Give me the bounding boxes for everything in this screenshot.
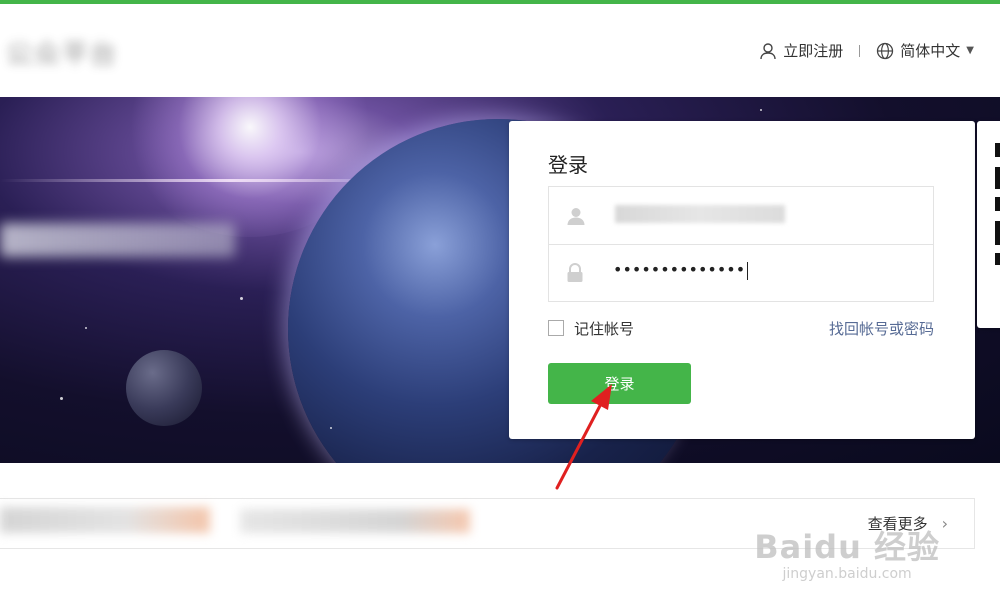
login-title: 登录 <box>548 153 588 177</box>
header-actions: 立即注册 简体中文 ▼ <box>759 40 974 61</box>
view-more-label: 查看更多 <box>867 515 928 533</box>
view-more-link[interactable]: 查看更多 › <box>868 513 948 534</box>
remember-account-toggle[interactable]: 记住帐号 <box>548 318 634 339</box>
forgot-account-link[interactable]: 找回帐号或密码 <box>829 318 934 339</box>
qr-code-icon <box>995 221 1000 245</box>
login-card: 登录 •••••••••••••• 记住帐号 找回帐号或密码 登录 <box>509 121 975 439</box>
language-label: 简体中文 <box>900 42 961 60</box>
qr-code-icon <box>995 197 1000 211</box>
register-link[interactable]: 立即注册 <box>759 40 843 61</box>
qr-code-icon <box>995 253 1000 265</box>
watermark-url: jingyan.baidu.com <box>782 566 912 582</box>
globe-icon <box>877 42 894 59</box>
remember-label: 记住帐号 <box>574 319 635 338</box>
user-icon <box>567 207 585 225</box>
planet-small <box>126 350 202 426</box>
header: 公众平台 立即注册 简体中文 ▼ <box>0 4 1000 97</box>
star <box>330 427 332 429</box>
login-input-group: •••••••••••••• <box>548 186 934 302</box>
user-icon <box>760 42 776 59</box>
star <box>85 327 87 329</box>
remember-row: 记住帐号 找回帐号或密码 <box>548 318 934 338</box>
password-value: •••••••••••••• <box>613 260 748 280</box>
register-label: 立即注册 <box>783 42 844 60</box>
chevron-down-icon: ▼ <box>966 45 974 56</box>
news-bar: 查看更多 › <box>0 498 975 549</box>
language-select[interactable]: 简体中文 ▼ <box>876 40 974 61</box>
star <box>60 397 63 400</box>
site-logo-title[interactable]: 公众平台 <box>6 34 118 71</box>
account-field[interactable] <box>549 187 933 244</box>
star <box>240 297 243 300</box>
remember-checkbox[interactable] <box>548 320 564 336</box>
password-field[interactable]: •••••••••••••• <box>549 244 933 301</box>
account-value-redacted <box>615 205 785 223</box>
news-item-redacted[interactable] <box>240 509 470 533</box>
lock-icon <box>567 263 583 282</box>
star <box>760 109 762 111</box>
banner-slogan-redacted <box>0 223 235 257</box>
qr-code-panel[interactable] <box>977 121 1000 328</box>
qr-code-icon <box>995 143 1000 157</box>
news-item-redacted[interactable] <box>0 507 210 533</box>
login-button[interactable]: 登录 <box>548 363 691 404</box>
qr-code-icon <box>995 167 1000 189</box>
header-divider <box>859 44 861 57</box>
chevron-right-icon: › <box>941 514 948 533</box>
